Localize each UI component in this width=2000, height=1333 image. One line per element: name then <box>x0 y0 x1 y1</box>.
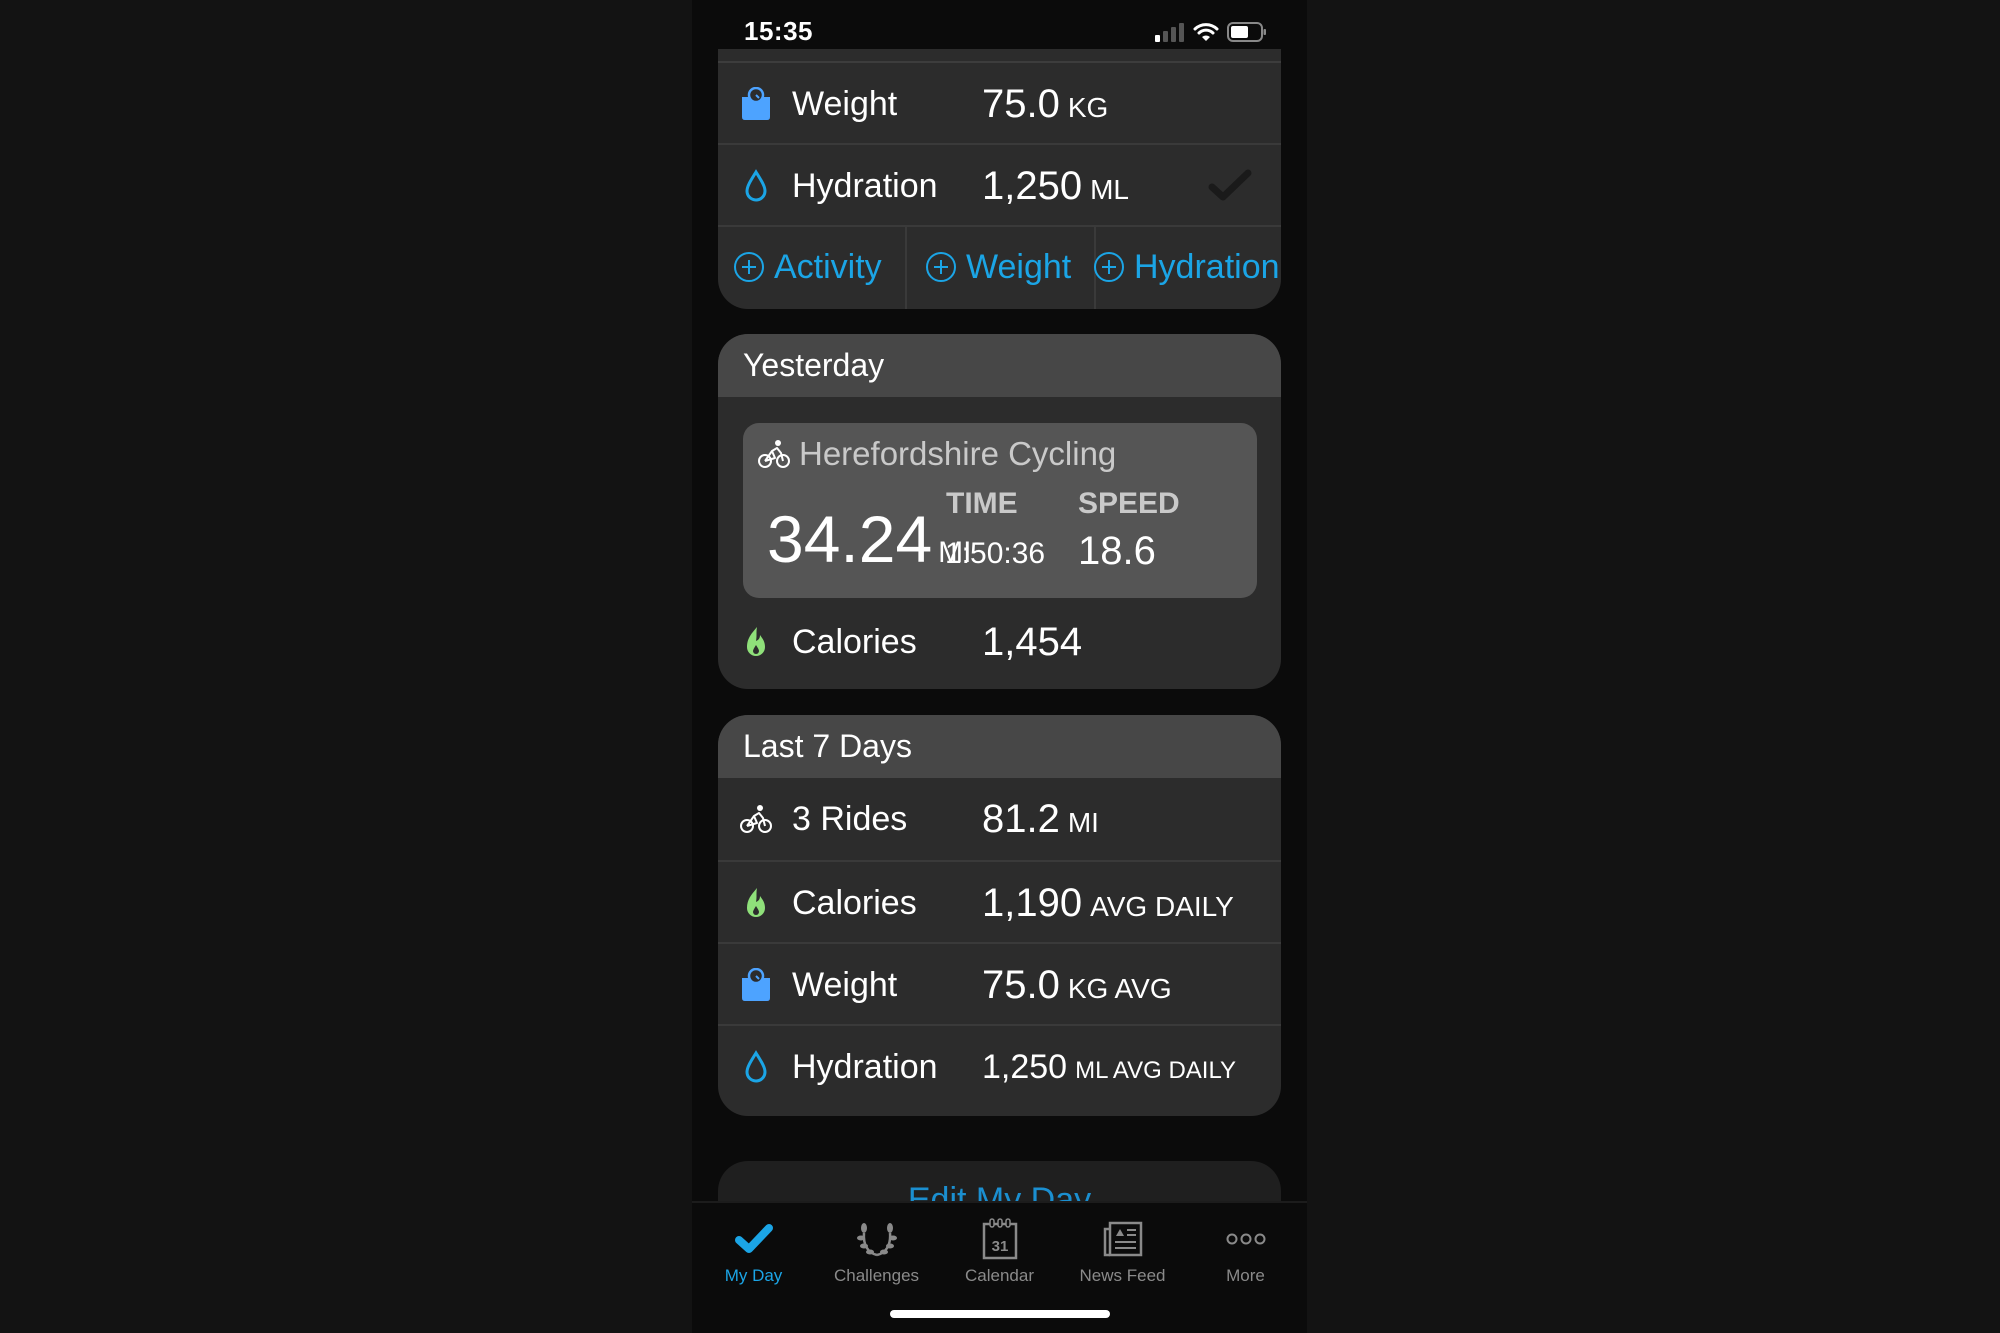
add-hydration-button[interactable]: Hydration <box>1094 225 1280 309</box>
scale-icon <box>738 967 774 1003</box>
row-value: 1,454 <box>982 619 1083 664</box>
more-icon <box>1184 1217 1307 1261</box>
home-indicator[interactable] <box>890 1310 1110 1318</box>
status-icons <box>1155 18 1267 46</box>
row-label: Calories <box>792 883 917 922</box>
row-label: 3 Rides <box>792 799 908 838</box>
tab-label: Calendar <box>965 1266 1034 1285</box>
action-label: Hydration <box>1134 247 1280 286</box>
wifi-icon <box>1193 23 1219 41</box>
status-time: 15:35 <box>744 16 813 46</box>
checkmark-icon <box>1208 167 1252 208</box>
tab-label: My Day <box>724 1266 783 1285</box>
battery-icon <box>1227 22 1266 42</box>
value-unit: KG <box>1067 91 1109 123</box>
rides-row[interactable]: 3 Rides 81.2 MI <box>718 778 1281 860</box>
tab-label: More <box>1226 1266 1265 1285</box>
tab-label: News Feed <box>1079 1266 1166 1285</box>
time-value: 1:50:36 <box>945 537 1046 570</box>
value-unit: AVG DAILY <box>1090 890 1234 922</box>
row-value: 1,250 ML AVG DAILY <box>982 1048 1236 1087</box>
value-unit: KG AVG <box>1067 972 1172 1004</box>
activity-summary[interactable]: Herefordshire Cycling 34.24 MI TIME 1:50:… <box>743 423 1257 598</box>
tab-my-day[interactable]: My Day <box>692 1203 815 1303</box>
row-value: 1,190 AVG DAILY <box>982 881 1234 926</box>
activity-distance: 34.24 MI <box>767 501 972 577</box>
speed-value: 18.6 <box>1078 529 1156 573</box>
time-label: TIME <box>946 487 1018 520</box>
row-value: 75.0 KG AVG <box>982 963 1172 1008</box>
action-label: Activity <box>774 247 882 286</box>
card-header: Yesterday <box>718 334 1281 397</box>
yesterday-card: Yesterday Herefordshire Cycling 34.24 MI … <box>718 334 1281 689</box>
row-value: 1,250 ML <box>982 164 1129 209</box>
calendar-day: 31 <box>991 1238 1008 1255</box>
row-label: Calories <box>792 622 917 661</box>
plus-circle-icon <box>734 252 764 282</box>
speed-label: SPEED <box>1078 487 1180 520</box>
water-drop-icon <box>738 168 774 204</box>
calendar-icon: 31 <box>938 1217 1061 1261</box>
value-unit: MI <box>1067 806 1099 838</box>
divider <box>905 225 907 309</box>
card-header: Last 7 Days <box>718 715 1281 778</box>
card-title: Yesterday <box>743 347 885 383</box>
weight-avg-row[interactable]: Weight 75.0 KG AVG <box>718 944 1281 1026</box>
row-label: Weight <box>792 965 898 1004</box>
plus-circle-icon <box>926 252 956 282</box>
scale-icon <box>738 86 774 122</box>
activity-name: Herefordshire Cycling <box>799 435 1117 472</box>
add-weight-button[interactable]: Weight <box>926 225 1071 309</box>
plus-circle-icon <box>1094 252 1124 282</box>
flame-icon <box>738 885 774 921</box>
value-number: 1,250 <box>982 1047 1068 1086</box>
yesterday-calories-row[interactable]: Calories 1,454 <box>718 601 1281 683</box>
cellular-signal-icon <box>1155 23 1184 42</box>
today-card: Weight 75.0 KG Hydration 1,250 ML Activity <box>718 49 1281 309</box>
tab-label: Challenges <box>833 1266 920 1285</box>
row-label: Hydration <box>792 1047 938 1086</box>
tab-more[interactable]: More <box>1184 1203 1307 1303</box>
quick-add-actions: Activity Weight Hydration <box>718 225 1281 309</box>
row-value: 75.0 KG <box>982 82 1108 127</box>
value-number: 1,190 <box>982 880 1083 925</box>
value-number: 81.2 <box>982 796 1060 841</box>
calories-row[interactable]: Calories 1,190 AVG DAILY <box>718 862 1281 944</box>
flame-icon <box>738 624 774 660</box>
phone-screen: 15:35 Weight 75.0 KG Hydration 1,250 ML … <box>692 0 1307 1333</box>
cycling-icon <box>738 801 774 837</box>
value-unit: ML AVG DAILY <box>1075 1056 1237 1084</box>
tab-calendar[interactable]: 31 Calendar <box>938 1203 1061 1303</box>
cycling-icon <box>757 439 791 474</box>
newspaper-icon <box>1061 1217 1184 1261</box>
row-label: Hydration <box>792 166 938 205</box>
card-title: Last 7 Days <box>743 728 912 764</box>
value-number: 1,250 <box>982 163 1083 208</box>
hydration-avg-row[interactable]: Hydration 1,250 ML AVG DAILY <box>718 1026 1281 1108</box>
today-hydration-row[interactable]: Hydration 1,250 ML <box>718 145 1281 227</box>
laurel-icon <box>815 1217 938 1261</box>
tab-challenges[interactable]: Challenges <box>815 1203 938 1303</box>
value-number: 75.0 <box>982 81 1060 126</box>
row-label: Weight <box>792 84 898 123</box>
water-drop-icon <box>738 1049 774 1085</box>
add-activity-button[interactable]: Activity <box>734 225 882 309</box>
last-7-days-card: Last 7 Days 3 Rides 81.2 MI Calories 1,1… <box>718 715 1281 1116</box>
today-weight-row[interactable]: Weight 75.0 KG <box>718 63 1281 145</box>
value-number: 75.0 <box>982 962 1060 1007</box>
value-unit: ML <box>1090 173 1130 205</box>
distance-value: 34.24 <box>767 502 933 576</box>
action-label: Weight <box>966 247 1072 286</box>
row-value: 81.2 MI <box>982 797 1099 842</box>
tab-news-feed[interactable]: News Feed <box>1061 1203 1184 1303</box>
checkmark-icon <box>692 1217 815 1261</box>
